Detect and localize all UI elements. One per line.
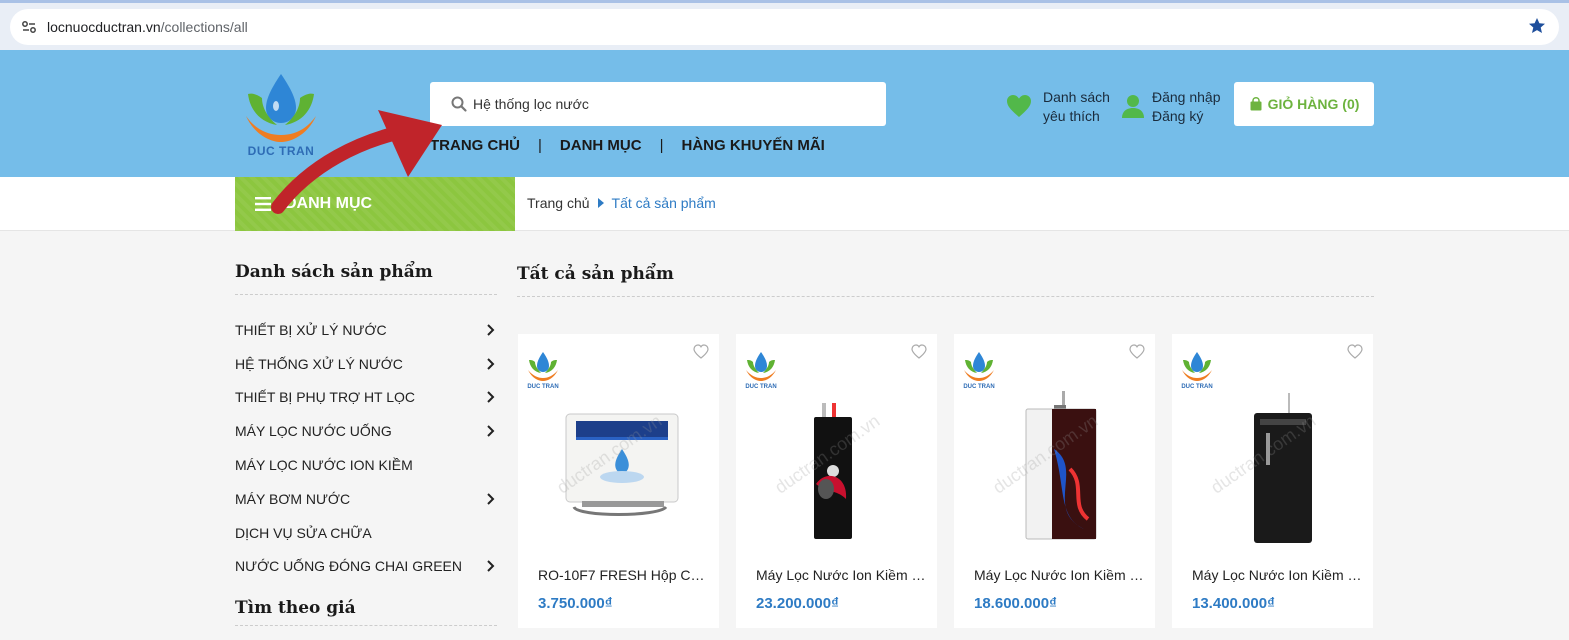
cart-button[interactable]: GIỎ HÀNG (0) bbox=[1234, 82, 1374, 126]
account-links: Đăng nhập Đăng ký bbox=[1120, 88, 1235, 128]
bookmark-star-icon[interactable] bbox=[1527, 16, 1547, 36]
product-name[interactable]: Máy Lọc Nước Ion Kiềm Nóng Lạnh bbox=[756, 567, 926, 583]
logo-drop-icon bbox=[964, 352, 994, 381]
chevron-right-icon[interactable] bbox=[486, 560, 495, 573]
sidebar-category-item[interactable]: MÁY BƠM NƯỚC bbox=[235, 482, 497, 516]
user-icon bbox=[1122, 95, 1144, 118]
sidebar-category-item[interactable]: MÁY LỌC NƯỚC ION KIỀM bbox=[235, 448, 497, 482]
site-header: DUC TRAN TRANG CHỦ | DANH MỤC | HÀNG KHU… bbox=[0, 50, 1569, 177]
chevron-right-icon[interactable] bbox=[486, 357, 495, 370]
title-divider bbox=[517, 296, 1374, 297]
shopping-bag-icon bbox=[1250, 97, 1262, 111]
nav-separator: | bbox=[538, 136, 542, 154]
sidebar-category-item[interactable]: DỊCH VỤ SỬA CHỮA bbox=[235, 516, 497, 550]
sidebar-category-list: THIẾT BỊ XỬ LÝ NƯỚC HỆ THỐNG XỬ LÝ NƯỚC TH… bbox=[235, 313, 497, 583]
price-filter-title: Tìm theo giá bbox=[235, 598, 497, 627]
breadcrumb: Trang chủ Tất cả sản phẩm bbox=[527, 195, 716, 211]
red-arrow-annotation bbox=[271, 110, 442, 214]
product-image[interactable] bbox=[1192, 389, 1352, 549]
search-icon[interactable] bbox=[450, 95, 468, 113]
product-card[interactable]: DUC TRAN ductran.com.vn Máy Lọc Nước Ion K… bbox=[736, 334, 937, 628]
logo-drop-icon bbox=[746, 352, 776, 381]
product-card[interactable]: DUC TRAN ductran.com.vn Máy Lọc Nước Ion K… bbox=[1172, 334, 1373, 628]
wishlist-label: Danh sách yêu thích bbox=[1043, 89, 1110, 124]
hamburger-menu-icon bbox=[255, 197, 271, 211]
sidebar-category-label: HỆ THỐNG XỬ LÝ NƯỚC bbox=[235, 355, 403, 372]
card-brand-logo: DUC TRAN bbox=[744, 350, 778, 392]
sidebar: Danh sách sản phẩm THIẾT BỊ XỬ LÝ NƯỚC HỆ… bbox=[235, 262, 497, 627]
product-card[interactable]: DUC TRAN ductran.com.vn RO-10F7 FRESH Hộp … bbox=[518, 334, 719, 628]
nav-category[interactable]: DANH MỤC bbox=[560, 137, 642, 154]
sidebar-category-label: DỊCH VỤ SỬA CHỮA bbox=[235, 524, 372, 541]
search-box[interactable] bbox=[430, 82, 886, 126]
caret-right-icon bbox=[597, 198, 604, 208]
sidebar-category-label: THIẾT BỊ XỬ LÝ NƯỚC bbox=[235, 321, 387, 338]
sidebar-category-label: NƯỚC UỐNG ĐÓNG CHAI GREEN bbox=[235, 558, 462, 575]
browser-toolbar: locnuocductran.vn/collections/all bbox=[0, 0, 1569, 50]
heart-icon bbox=[1007, 95, 1031, 117]
product-name[interactable]: Máy Lọc Nước Ion Kiềm Hydrogen bbox=[974, 567, 1144, 583]
page-title: Tất cả sản phẩm bbox=[517, 264, 674, 284]
product-price: 18.600.000₫ bbox=[974, 595, 1057, 612]
address-bar[interactable]: locnuocductran.vn/collections/all bbox=[10, 9, 1559, 45]
sidebar-category-item[interactable]: THIẾT BỊ PHỤ TRỢ HT LỌC bbox=[235, 381, 497, 415]
chevron-right-icon[interactable] bbox=[486, 493, 495, 505]
sidebar-category-label: THIẾT BỊ PHỤ TRỢ HT LỌC bbox=[235, 389, 416, 406]
logo-drop-icon bbox=[528, 352, 558, 381]
sidebar-category-label: MÁY LỌC NƯỚC UỐNG bbox=[235, 423, 392, 440]
product-image[interactable] bbox=[538, 389, 698, 549]
sidebar-title: Danh sách sản phẩm bbox=[235, 262, 497, 295]
wishlist-heart-icon[interactable] bbox=[1129, 344, 1145, 359]
chevron-right-icon[interactable] bbox=[486, 425, 495, 437]
product-name[interactable]: RO-10F7 FRESH Hộp Cường Lực bbox=[538, 567, 708, 583]
product-image[interactable] bbox=[756, 389, 916, 549]
logo-drop-icon bbox=[1182, 352, 1212, 381]
category-bar: DANH MỤC Trang chủ Tất cả sản phẩm bbox=[0, 177, 1569, 231]
sidebar-category-item[interactable]: HỆ THỐNG XỬ LÝ NƯỚC bbox=[235, 347, 497, 381]
sidebar-category-item[interactable]: THIẾT BỊ XỬ LÝ NƯỚC bbox=[235, 313, 497, 347]
nav-separator: | bbox=[659, 136, 664, 154]
chevron-right-icon[interactable] bbox=[486, 391, 495, 404]
breadcrumb-home[interactable]: Trang chủ bbox=[527, 195, 590, 211]
nav-promotions[interactable]: HÀNG KHUYẾN MÃI bbox=[681, 137, 824, 154]
product-price: 3.750.000₫ bbox=[538, 595, 613, 612]
sidebar-category-label: MÁY LỌC NƯỚC ION KIỀM bbox=[235, 457, 413, 474]
wishlist-heart-icon[interactable] bbox=[1347, 344, 1363, 359]
main-nav: TRANG CHỦ | DANH MỤC | HÀNG KHUYẾN MÃI bbox=[430, 135, 825, 155]
product-grid: DUC TRAN ductran.com.vn RO-10F7 FRESH Hộp … bbox=[518, 334, 1374, 628]
wishlist-link[interactable]: Danh sách yêu thích bbox=[1005, 88, 1120, 128]
product-card[interactable]: DUC TRAN ductran.com.vn Máy Lọc Nước Ion K… bbox=[954, 334, 1155, 628]
register-link[interactable]: Đăng ký bbox=[1152, 107, 1221, 126]
cart-label: GIỎ HÀNG (0) bbox=[1267, 96, 1360, 112]
sidebar-category-item[interactable]: MÁY LỌC NƯỚC UỐNG bbox=[235, 414, 497, 448]
card-brand-logo: DUC TRAN bbox=[1180, 350, 1214, 392]
site-settings-icon[interactable] bbox=[20, 18, 38, 36]
login-link[interactable]: Đăng nhập bbox=[1152, 88, 1221, 107]
sidebar-category-label: MÁY BƠM NƯỚC bbox=[235, 490, 351, 507]
chevron-right-icon[interactable] bbox=[486, 324, 495, 336]
card-brand-logo: DUC TRAN bbox=[526, 350, 560, 392]
product-image[interactable] bbox=[974, 389, 1134, 549]
card-brand-logo: DUC TRAN bbox=[962, 350, 996, 392]
breadcrumb-current: Tất cả sản phẩm bbox=[611, 195, 716, 211]
search-input[interactable] bbox=[473, 82, 873, 126]
product-price: 23.200.000₫ bbox=[756, 595, 839, 612]
url-text[interactable]: locnuocductran.vn/collections/all bbox=[47, 19, 248, 35]
product-price: 13.400.000₫ bbox=[1192, 595, 1275, 612]
wishlist-heart-icon[interactable] bbox=[911, 344, 927, 359]
wishlist-heart-icon[interactable] bbox=[693, 344, 709, 359]
sidebar-category-item[interactable]: NƯỚC UỐNG ĐÓNG CHAI GREEN bbox=[235, 550, 497, 584]
product-name[interactable]: Máy Lọc Nước Ion Kiềm Nóng Lạnh bbox=[1192, 567, 1362, 583]
